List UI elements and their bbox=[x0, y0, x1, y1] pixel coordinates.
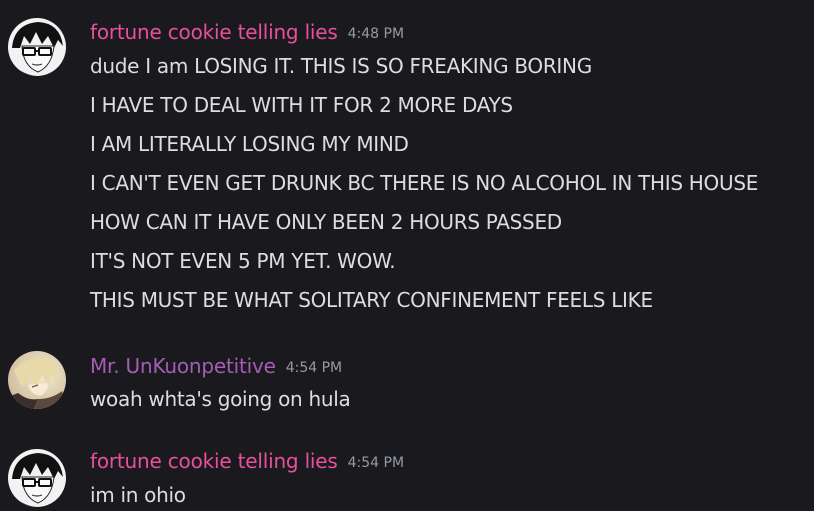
message-text: dude I am LOSING IT. THIS IS SO FREAKING… bbox=[90, 54, 592, 78]
user-avatar[interactable] bbox=[8, 449, 66, 507]
user-avatar[interactable] bbox=[8, 18, 66, 76]
user-avatar[interactable] bbox=[8, 351, 66, 409]
message-header: Mr. UnKuonpetitive 4:54 PM bbox=[90, 354, 342, 378]
message-header: fortune cookie telling lies 4:54 PM bbox=[90, 449, 404, 473]
anime-character-avatar-icon bbox=[8, 351, 66, 409]
message-text: HOW CAN IT HAVE ONLY BEEN 2 HOURS PASSED bbox=[90, 210, 562, 234]
message-text: I AM LITERALLY LOSING MY MIND bbox=[90, 132, 409, 156]
timestamp: 4:48 PM bbox=[347, 26, 405, 42]
message-text: THIS MUST BE WHAT SOLITARY CONFINEMENT F… bbox=[90, 288, 653, 312]
manga-face-avatar-icon bbox=[8, 449, 66, 507]
username[interactable]: Mr. UnKuonpetitive bbox=[90, 354, 276, 378]
timestamp: 4:54 PM bbox=[347, 455, 405, 471]
username[interactable]: fortune cookie telling lies bbox=[90, 20, 338, 44]
message-text: im in ohio bbox=[90, 483, 186, 507]
username[interactable]: fortune cookie telling lies bbox=[90, 449, 338, 473]
message-header: fortune cookie telling lies 4:48 PM bbox=[90, 20, 404, 44]
message-text: IT'S NOT EVEN 5 PM YET. WOW. bbox=[90, 249, 396, 273]
message-text: I CAN'T EVEN GET DRUNK BC THERE IS NO AL… bbox=[90, 171, 759, 195]
message-text: woah whta's going on hula bbox=[90, 387, 351, 411]
timestamp: 4:54 PM bbox=[285, 360, 343, 376]
message-text: I HAVE TO DEAL WITH IT FOR 2 MORE DAYS bbox=[90, 93, 513, 117]
manga-face-avatar-icon bbox=[8, 18, 66, 76]
chat-message-list: fortune cookie telling lies 4:48 PM dude … bbox=[0, 0, 814, 511]
